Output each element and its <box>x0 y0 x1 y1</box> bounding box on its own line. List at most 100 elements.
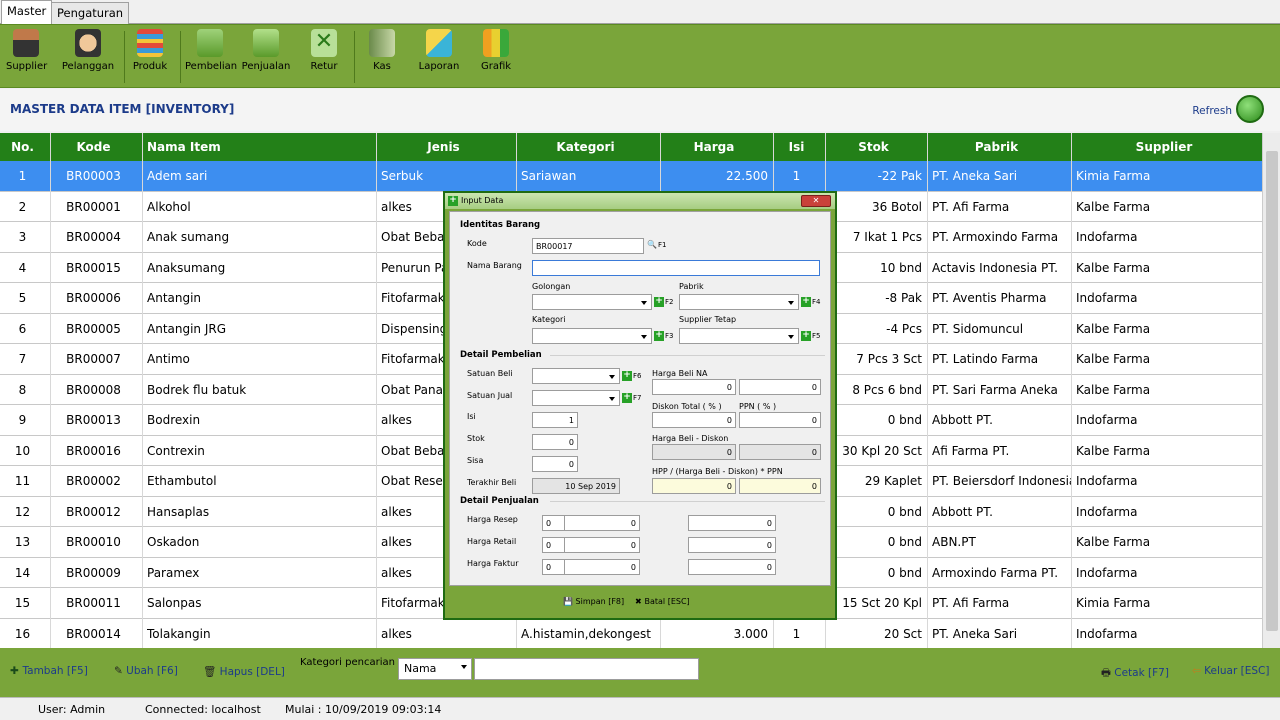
add-kategori-icon[interactable]: + <box>654 331 664 341</box>
nama-barang-input[interactable] <box>532 260 820 276</box>
cell-kode: BR00016 <box>66 443 121 458</box>
harga-faktur-field[interactable]: 0 <box>564 559 640 575</box>
scrollbar-thumb[interactable] <box>1266 151 1278 631</box>
column-header-supplier[interactable]: Supplier <box>1071 140 1257 154</box>
penjualan-button[interactable]: Penjualan <box>241 29 291 85</box>
harga-beli-na-field-2[interactable]: 0 <box>739 379 821 395</box>
cell-kode: BR00002 <box>66 474 121 488</box>
ppn-field[interactable]: 0 <box>739 412 821 428</box>
add-pabrik-icon[interactable]: + <box>801 297 811 307</box>
add-golongan-icon[interactable]: + <box>654 297 664 307</box>
cell-supplier: Kalbe Farma <box>1076 352 1151 366</box>
dialog-footer: 💾 Simpan [F8] ✖ Batal [ESC] <box>449 589 831 615</box>
cell-stok: 20 Sct <box>883 626 922 641</box>
cell-pabrik: Actavis Indonesia PT. <box>932 260 1058 275</box>
harga-resep-field[interactable]: 0 <box>564 515 640 531</box>
table-row[interactable]: 1 BR00003 Adem sari Serbuk Sariawan 22.500 1 -2… <box>0 161 1262 192</box>
satuan-jual-select[interactable] <box>532 390 620 406</box>
input-data-dialog: + Input Data ✕ Identitas Barang Kode BR0… <box>443 191 837 620</box>
cell-supplier: Indofarma <box>1076 230 1138 244</box>
cell-nama-item: Oskadon <box>147 535 200 549</box>
keluar-button[interactable]: ⇦ Keluar [ESC] <box>1192 665 1269 677</box>
harga-beli-na-field[interactable]: 0 <box>652 379 736 395</box>
f6-key: F6 <box>633 372 642 380</box>
column-header-nama-item[interactable]: Nama Item <box>147 140 376 154</box>
add-supplier-icon[interactable]: + <box>801 331 811 341</box>
penjualan-icon <box>253 29 279 57</box>
diskon-field[interactable]: 0 <box>652 412 736 428</box>
harga-retail-field-2[interactable]: 0 <box>688 537 776 553</box>
cell-isi: 1 <box>792 169 801 183</box>
add-satuan-jual-icon[interactable]: + <box>622 393 632 403</box>
table-row[interactable]: 16 BR00014 Tolakangin alkes A.histamin,dekon… <box>0 619 1262 649</box>
vertical-scrollbar[interactable] <box>1262 133 1280 648</box>
isi-field[interactable]: 1 <box>532 412 578 428</box>
harga-retail-field[interactable]: 0 <box>564 537 640 553</box>
pabrik-select[interactable] <box>679 294 799 310</box>
column-header-kategori[interactable]: Kategori <box>516 140 655 154</box>
sisa-field[interactable]: 0 <box>532 456 578 472</box>
column-header-no[interactable]: No. <box>0 140 45 154</box>
column-header-pabrik[interactable]: Pabrik <box>927 140 1066 154</box>
simpan-button[interactable]: 💾 Simpan [F8] <box>563 597 624 606</box>
retur-button[interactable]: ✕ Retur <box>304 29 344 85</box>
dialog-body: Identitas Barang Kode BR00017 🔍 F1 Nama … <box>449 211 831 586</box>
stok-field[interactable]: 0 <box>532 434 578 450</box>
cell-nama-item: Antimo <box>147 352 190 366</box>
supplier-tetap-select[interactable] <box>679 328 799 344</box>
laporan-button[interactable]: Laporan <box>414 29 464 85</box>
ribbon-tabs: Master Pengaturan <box>0 0 1280 24</box>
section-identitas: Identitas Barang <box>460 220 541 230</box>
close-button[interactable]: ✕ <box>801 195 831 207</box>
cell-stok: 8 Pcs 6 bnd <box>852 382 922 397</box>
column-header-jenis[interactable]: Jenis <box>376 140 511 154</box>
kas-button[interactable]: Kas <box>362 29 402 85</box>
column-header-harga[interactable]: Harga <box>660 140 768 154</box>
harga-faktur-field-2[interactable]: 0 <box>688 559 776 575</box>
search-icon[interactable]: 🔍 <box>647 240 657 249</box>
ppn-label: PPN ( % ) <box>739 402 777 411</box>
column-header-stok[interactable]: Stok <box>825 140 922 154</box>
cell-stok: 0 bnd <box>887 535 922 549</box>
satuan-beli-select[interactable] <box>532 368 620 384</box>
supplier-button[interactable]: Supplier <box>6 29 47 85</box>
kategori-select[interactable] <box>532 328 652 344</box>
column-header-kode[interactable]: Kode <box>50 140 137 154</box>
harga-resep-field-2[interactable]: 0 <box>688 515 776 531</box>
cell-pabrik: PT. Aneka Sari <box>932 169 1018 183</box>
produk-button[interactable]: Produk <box>130 29 170 85</box>
cell-kode: BR00007 <box>66 352 121 366</box>
cell-kode: BR00008 <box>66 382 121 397</box>
cell-no: 2 <box>18 199 27 214</box>
sisa-label: Sisa <box>467 456 484 465</box>
retur-icon: ✕ <box>311 29 337 57</box>
pelanggan-button[interactable]: Pelanggan <box>61 29 115 85</box>
refresh-label[interactable]: Refresh <box>1192 105 1232 117</box>
satuan-jual-label: Satuan Jual <box>467 391 513 400</box>
cell-supplier: Kalbe Farma <box>1076 535 1151 549</box>
refresh-icon[interactable] <box>1236 95 1264 123</box>
add-satuan-beli-icon[interactable]: + <box>622 371 632 381</box>
tab-pengaturan[interactable]: Pengaturan <box>51 2 130 24</box>
tab-master[interactable]: Master <box>1 0 53 24</box>
cell-nama-item: Hansaplas <box>147 504 210 519</box>
cell-no: 3 <box>18 230 27 244</box>
cell-nama-item: Antangin JRG <box>147 321 227 336</box>
batal-button[interactable]: ✖ Batal [ESC] <box>635 597 690 606</box>
golongan-select[interactable] <box>532 294 652 310</box>
search-input[interactable] <box>474 658 699 680</box>
tambah-button[interactable]: ✚ Tambah [F5] <box>10 665 88 677</box>
column-header-isi[interactable]: Isi <box>773 140 820 154</box>
cetak-button[interactable]: 🖶 Cetak [F7] <box>1101 665 1169 683</box>
pembelian-button[interactable]: Pembelian <box>185 29 237 85</box>
kategori-pencarian-label: Kategori pencarian : <box>300 657 402 668</box>
hapus-button[interactable]: 🗑 Hapus [DEL] <box>203 665 285 678</box>
harga-beli-na-label: Harga Beli NA <box>652 369 708 378</box>
kategori-pencarian-select[interactable]: Nama <box>398 658 472 680</box>
kode-field[interactable]: BR00017 <box>532 238 644 254</box>
cell-kode: BR00001 <box>66 199 121 214</box>
grafik-button[interactable]: Grafik <box>476 29 516 85</box>
cell-nama-item: Tolakangin <box>147 626 211 641</box>
cell-jenis: Serbuk <box>381 169 424 183</box>
ubah-button[interactable]: ✎ Ubah [F6] <box>114 665 178 677</box>
